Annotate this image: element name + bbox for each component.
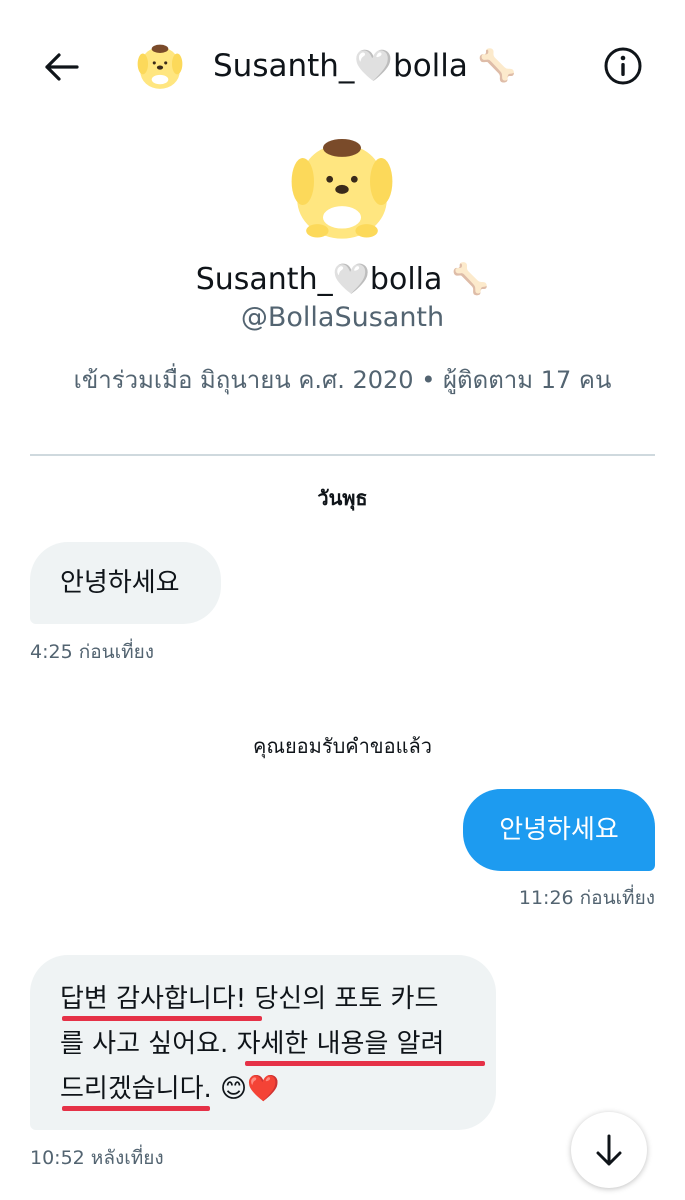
header-name[interactable]: Susanth_🤍bolla 🦴 (213, 46, 516, 86)
message-timestamp: 11:26 ก่อนเที่ยง (518, 887, 655, 909)
profile-handle: @BollaSusanth (240, 302, 445, 333)
profile-avatar[interactable] (286, 130, 398, 242)
arrow-left-icon (45, 53, 79, 81)
red-underline-annotation (62, 1016, 262, 1021)
arrow-down-icon (596, 1134, 622, 1166)
info-button[interactable] (601, 44, 645, 88)
system-note: คุณยอมรับคำขอแล้ว (253, 734, 432, 758)
pompompurin-avatar-image (137, 44, 183, 89)
header-avatar[interactable] (134, 40, 186, 92)
red-underline-annotation (245, 1061, 485, 1066)
incoming-message-bubble[interactable]: 안녕하세요 (30, 542, 221, 624)
profile-name: Susanth_🤍bolla 🦴 (195, 262, 490, 297)
message-timestamp: 10:52 หลังเที่ยง (30, 1147, 164, 1169)
scroll-to-bottom-button[interactable] (571, 1112, 647, 1188)
red-underline-annotation (62, 1106, 210, 1111)
info-circle-icon (604, 47, 642, 85)
message-timestamp: 4:25 ก่อนเที่ยง (30, 641, 155, 663)
divider (30, 454, 655, 456)
pompompurin-avatar-image (291, 138, 393, 239)
incoming-message-bubble[interactable]: 답변 감사합니다! 당신의 포토 카드 를 사고 싶어요. 자세한 내용을 알려… (30, 955, 496, 1130)
top-bar: Susanth_🤍bolla 🦴 (0, 0, 685, 130)
outgoing-message-bubble[interactable]: 안녕하세요 (463, 789, 655, 871)
back-button[interactable] (40, 46, 82, 88)
profile-meta: เข้าร่วมเมื่อ มิถุนายน ค.ศ. 2020 • ผู้ติ… (73, 366, 612, 394)
day-separator: วันพุธ (317, 486, 368, 510)
